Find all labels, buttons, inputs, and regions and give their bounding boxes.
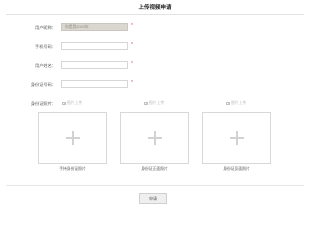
phone-label: 手机号码： xyxy=(35,44,56,49)
upload-link-text: 图片上传 xyxy=(67,101,83,105)
user-id-label: 用户昵称： xyxy=(35,25,56,30)
upload-box-front[interactable] xyxy=(120,112,189,164)
plus-icon xyxy=(229,131,244,145)
submit-button[interactable]: 申请 xyxy=(139,193,167,204)
upload-link-text: 图片上传 xyxy=(231,101,247,105)
phone-required-mark: * xyxy=(131,42,133,48)
phone-input[interactable] xyxy=(61,42,128,50)
real-name-input[interactable] xyxy=(61,61,128,69)
upload-link-handheld[interactable]: 图片上传 xyxy=(62,101,82,106)
plus-icon xyxy=(147,131,162,145)
id-photos-label: 身份证照片： xyxy=(30,101,56,106)
upload-link-back[interactable]: 图片上传 xyxy=(226,101,246,106)
title-divider xyxy=(6,14,304,15)
real-name-required-mark: * xyxy=(131,61,133,67)
upload-box-back[interactable] xyxy=(202,112,271,164)
plus-icon xyxy=(65,131,80,145)
id-number-label: 身份证号码： xyxy=(30,82,56,87)
caption-front: 身份证正面照片 xyxy=(141,167,168,171)
page-title: 上传视频申请 xyxy=(138,5,172,11)
caption-back: 身份证反面照片 xyxy=(223,167,250,171)
upload-link-text: 图片上传 xyxy=(149,101,165,105)
footer-divider xyxy=(6,185,304,186)
user-id-field: 你是我2003年 xyxy=(61,23,128,31)
camera-icon xyxy=(62,101,66,105)
caption-handheld: 手持身份证照片 xyxy=(59,167,86,171)
upload-link-front[interactable]: 图片上传 xyxy=(144,101,164,106)
upload-box-handheld[interactable] xyxy=(38,112,107,164)
id-number-input[interactable] xyxy=(61,80,128,88)
id-number-required-mark: * xyxy=(131,80,133,86)
real-name-label: 用户姓名： xyxy=(35,63,56,68)
camera-icon xyxy=(144,101,148,105)
camera-icon xyxy=(226,101,230,105)
user-id-required-mark: * xyxy=(131,23,133,29)
